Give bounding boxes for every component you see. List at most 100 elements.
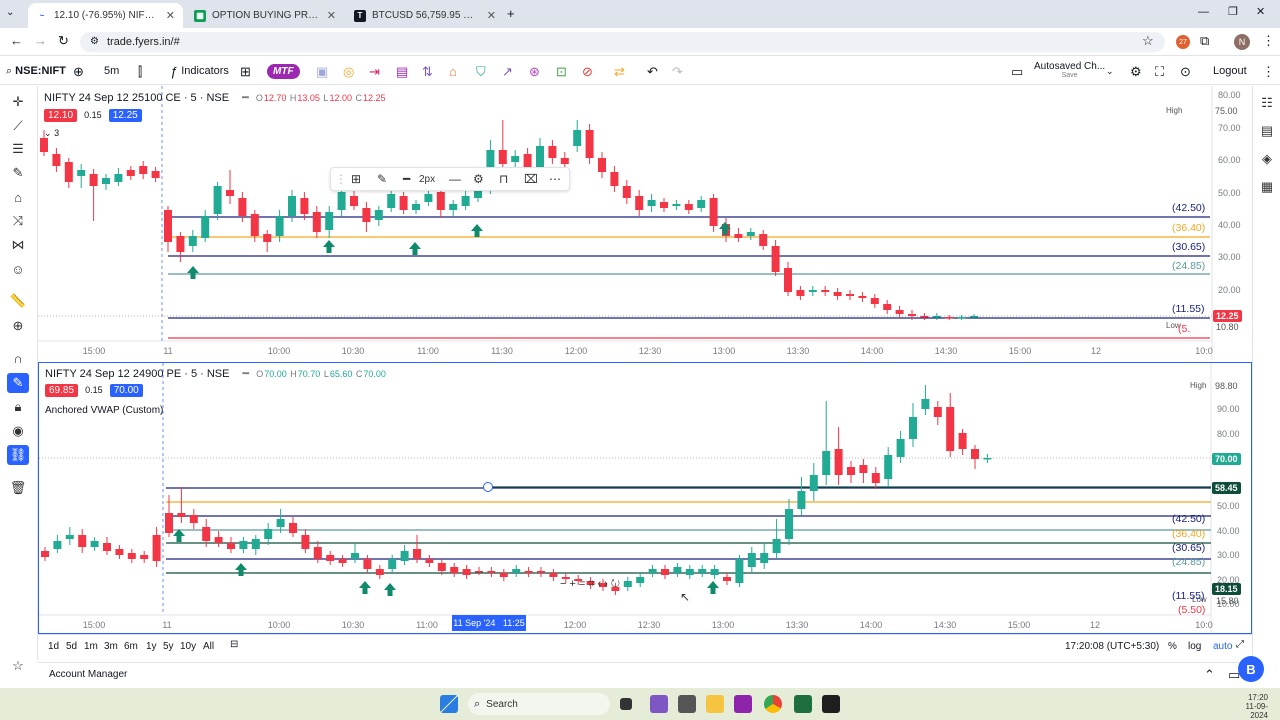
templates-grid-icon[interactable]: ⊞	[240, 57, 251, 85]
brush-icon[interactable]: ✎	[7, 163, 29, 183]
range-1m[interactable]: 1m	[84, 641, 98, 652]
url-field[interactable]: ⚙ trade.fyers.in/#	[80, 32, 1165, 52]
snipping-tool-icon[interactable]	[734, 695, 752, 713]
trash-icon[interactable]: ⌧	[524, 172, 538, 186]
addon-tool-11-icon[interactable]: ⊘	[582, 57, 593, 85]
range-1d[interactable]: 1d	[48, 641, 59, 652]
range-1y[interactable]: 1y	[146, 641, 157, 652]
compare-add-icon[interactable]: ⊕	[73, 57, 84, 85]
new-tab-icon[interactable]: +	[507, 7, 515, 20]
window-close-icon[interactable]: ✕	[1256, 7, 1265, 18]
addon-tool-8-icon[interactable]: ↗	[502, 57, 513, 85]
range-5d[interactable]: 5d	[66, 641, 77, 652]
lock-icon[interactable]: ⊓	[499, 172, 508, 186]
addon-tool-6-icon[interactable]: ⌂	[449, 57, 457, 85]
indicators-button[interactable]: ƒ Indicators	[170, 57, 229, 85]
addon-tool-3-icon[interactable]: ⇥	[369, 57, 380, 85]
addon-tool-2-icon[interactable]: ◎	[343, 57, 354, 85]
crosshair-icon[interactable]: ✛	[7, 92, 29, 112]
chrome-icon[interactable]	[764, 695, 782, 713]
lock-icon[interactable]: 🔒︎	[7, 397, 29, 417]
sell-button[interactable]: 12.10	[44, 109, 78, 122]
candle-type-icon[interactable]: ⫿	[138, 57, 142, 85]
addon-tool-1-icon[interactable]: ▣	[316, 57, 328, 85]
line-width-label[interactable]: 2px	[419, 174, 435, 185]
emoji-icon[interactable]: ☺	[7, 259, 29, 279]
pattern-icon[interactable]: ⤨	[7, 211, 29, 231]
stay-in-draw-mode-icon[interactable]: ✎	[7, 373, 29, 393]
layout-selector[interactable]: Autosaved Ch... Save	[1034, 62, 1105, 80]
template-icon[interactable]: ⊞	[351, 172, 361, 186]
browser-menu-icon[interactable]: ⋮	[1262, 34, 1275, 47]
addon-tool-9-icon[interactable]: ⊛	[529, 57, 540, 85]
range-10y[interactable]: 10y	[180, 641, 196, 652]
range-all[interactable]: All	[203, 641, 214, 652]
favorites-star-icon[interactable]: ☆	[7, 656, 29, 676]
pencil-color-icon[interactable]: ✎	[377, 172, 387, 186]
range-3m[interactable]: 3m	[104, 641, 118, 652]
logout-button[interactable]: Logout	[1213, 57, 1247, 85]
chevron-down-icon[interactable]: ⌄	[1106, 57, 1114, 85]
bookmark-star-icon[interactable]: ☆	[1142, 34, 1154, 47]
close-icon[interactable]: ✕	[327, 9, 336, 22]
fullscreen-icon[interactable]: ⛶	[1155, 57, 1164, 85]
price-chart-2[interactable]: 90.0080.0070.0050.0040.0030.0020.0010.00…	[39, 363, 1251, 633]
camera-icon[interactable]: ⊙	[1180, 57, 1191, 85]
back-icon[interactable]: ←	[10, 34, 23, 47]
tab-search-icon[interactable]: ⌄	[6, 8, 14, 18]
profile-avatar[interactable]: N	[1234, 34, 1250, 50]
layout-icon[interactable]: ▭	[1011, 57, 1023, 85]
chart-pane-1[interactable]: 80.00 70.00 60.00 50.00 40.00 30.00 20.00 15:00…	[38, 86, 1252, 360]
addon-tool-10-icon[interactable]: ⊡	[556, 57, 567, 85]
price-chart-1[interactable]: 80.00 70.00 60.00 50.00 40.00 30.00 20.00 15:00…	[38, 86, 1252, 360]
extensions-puzzle-icon[interactable]: ⧉	[1200, 34, 1209, 47]
replay-mini-toolbar[interactable]: −+=⌗‹›↻	[560, 578, 623, 591]
reload-icon[interactable]: ↻	[58, 34, 69, 47]
layers-icon[interactable]: ◈	[1258, 150, 1276, 168]
eye-icon[interactable]: ◉	[7, 421, 29, 441]
undo-icon[interactable]: ↶	[647, 57, 658, 85]
symbol-search-button[interactable]: ⌕ NSE:NIFT	[6, 57, 66, 85]
browser-tab-3[interactable]: T BTCUSD 56,759.95 ▼ −1.53% b ✕	[346, 3, 504, 28]
details-icon[interactable]: ▤	[1258, 122, 1276, 140]
restore-icon[interactable]: ❐	[1228, 7, 1238, 18]
browser-tab-2[interactable]: ▦ OPTION BUYING PROTECT - Go ✕	[186, 3, 344, 28]
gear-icon[interactable]: ⚙	[1130, 57, 1142, 85]
log-toggle[interactable]: log	[1188, 641, 1201, 652]
forward-icon[interactable]: →	[34, 34, 47, 47]
chevron-up-icon[interactable]: ⌃	[1204, 668, 1215, 681]
buy-button[interactable]: 70.00	[109, 384, 143, 397]
chat-bot-button[interactable]: B	[1238, 656, 1264, 682]
indicator-legend[interactable]: Anchored VWAP (Custom)	[45, 405, 163, 416]
trendline-icon[interactable]: ⟋	[7, 116, 29, 136]
taskbar-clock[interactable]: 17:20 11-09-2024	[1230, 693, 1268, 720]
line-style-icon[interactable]: —	[449, 172, 461, 186]
more-icon[interactable]: ⋯	[549, 172, 561, 186]
close-icon[interactable]: ✕	[487, 9, 496, 22]
settings-icon[interactable]: ⚙	[473, 172, 484, 186]
pen-app-icon[interactable]	[650, 695, 668, 713]
fib-icon[interactable]: ⋈	[7, 235, 29, 255]
browser-tab-1[interactable]: ~ 12.10 (-76.95%) NIFTY24912251 ✕	[28, 3, 183, 28]
addon-tool-4-icon[interactable]: ▤	[396, 57, 408, 85]
taskbar-search[interactable]: ⌕ Search	[468, 693, 610, 715]
vwap-anchor-handle[interactable]	[483, 482, 493, 492]
magnet-icon[interactable]: ∩	[7, 348, 29, 368]
addon-tool-5-icon[interactable]: ⇅	[422, 57, 433, 85]
extension-badge[interactable]: 27	[1176, 35, 1190, 49]
line-width-dash-icon[interactable]: ━	[403, 172, 410, 186]
watchlist-icon[interactable]: ☷	[1258, 94, 1276, 112]
addon-tool-12-icon[interactable]: ⇄	[614, 57, 625, 85]
minimize-icon[interactable]: —	[1198, 7, 1209, 18]
file-explorer-icon[interactable]	[706, 695, 724, 713]
link-icon[interactable]: ⛓	[7, 445, 29, 465]
drag-handle-icon[interactable]: ⋮	[335, 172, 347, 186]
sell-button[interactable]: 69.85	[45, 384, 79, 397]
collapse-toggle[interactable]: ⌄ 3	[44, 128, 59, 139]
windows-start-icon[interactable]	[440, 695, 458, 713]
task-view-icon[interactable]	[620, 698, 632, 710]
auto-toggle[interactable]: auto	[1213, 641, 1232, 652]
calculator-icon[interactable]	[678, 695, 696, 713]
interval-button[interactable]: 5m	[104, 57, 119, 85]
goto-date-icon[interactable]: ⊟	[230, 640, 238, 650]
